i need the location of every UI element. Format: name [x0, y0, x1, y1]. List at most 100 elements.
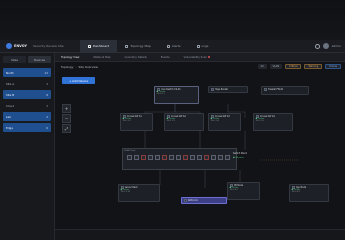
port-icon[interactable]: [197, 155, 202, 160]
sidebar-item[interactable]: Lab 2: [3, 112, 51, 121]
sidebar-item[interactable]: Site B 8: [3, 90, 51, 99]
filter-chip[interactable]: VLAN: [269, 64, 283, 69]
sidebar-item-label: Site A: [6, 81, 15, 86]
sidebar-item-count: 4: [46, 81, 48, 86]
port-icon[interactable]: [183, 155, 188, 160]
tab-vulnerability[interactable]: Vulnerability Scan: [183, 55, 210, 59]
alert-dot-icon: [207, 55, 210, 58]
node-address: 10.0.4.2: [229, 189, 238, 191]
devices-button[interactable]: Devices: [28, 56, 51, 63]
router-icon: [210, 87, 214, 91]
sidebar-item[interactable]: Site A 4: [3, 79, 51, 88]
port-icon[interactable]: [218, 155, 223, 160]
chevron-right-icon: ›: [75, 64, 77, 69]
device-node[interactable]: Firewall FW-01: [261, 86, 309, 95]
logs-icon: [196, 44, 200, 48]
sidebar-item-count: 6: [46, 125, 48, 130]
device-node[interactable]: DB Node ● Online 10.0.4.2: [227, 182, 260, 200]
fit-view-button[interactable]: ⤢: [62, 124, 71, 133]
breadcrumb-item[interactable]: Site Overview: [78, 65, 97, 69]
sidebar-item[interactable]: Cloud 3: [3, 101, 51, 110]
device-node[interactable]: WAN Link: [181, 197, 227, 204]
workspace-name: Security Review Site: [32, 44, 64, 48]
node-address: 10.0.4.3: [291, 191, 300, 193]
vlan-trunk-panel[interactable]: VLAN Trunk: [122, 148, 237, 170]
sidebar-header: Sites Devices: [0, 53, 54, 66]
help-icon[interactable]: [314, 43, 320, 49]
sidebar-item-label: North: [6, 70, 14, 75]
port-icon[interactable]: [148, 155, 153, 160]
sidebar-item-label: Lab: [6, 114, 12, 119]
node-title: Firewall FW-01: [267, 87, 284, 91]
zoom-out-button[interactable]: −: [62, 114, 71, 123]
nav-user-area: admin: [314, 43, 341, 49]
device-node[interactable]: Access SW A2 ● Online 10.0.1.3: [164, 113, 204, 131]
alerts-icon: [166, 44, 170, 48]
port-icon[interactable]: [155, 155, 160, 160]
port-icon[interactable]: [225, 155, 230, 160]
firewall-icon: [263, 87, 267, 91]
filter-chip[interactable]: Critical: [285, 64, 302, 69]
filter-chip[interactable]: Warning: [304, 64, 323, 69]
tab-topology-view[interactable]: Topology View: [61, 56, 79, 59]
view-tabs: Topology View Network Map Inventory Deta…: [55, 53, 345, 62]
zoom-in-button[interactable]: +: [62, 104, 71, 113]
nav-topology[interactable]: Topology Map: [117, 40, 159, 53]
sidebar: Sites Devices North 12 Site A 4 Site B 8 Cl…: [0, 53, 55, 240]
nav-alerts-label: Alerts: [171, 44, 181, 48]
device-node[interactable]: Access SW A4 ● Online 10.0.1.5: [253, 113, 293, 131]
sidebar-item-count: 2: [46, 114, 48, 119]
port-icon[interactable]: [190, 155, 195, 160]
user-name: admin: [331, 44, 341, 48]
port-icon[interactable]: [134, 155, 139, 160]
node-title: WAN Link: [187, 198, 198, 202]
node-address: 10.0.3.10: [120, 191, 131, 193]
node-address: 10.0.1.2: [122, 120, 131, 122]
sidebar-item[interactable]: Edge 6: [3, 123, 51, 132]
nav-logs[interactable]: Logs: [189, 40, 217, 53]
tab-vulnerability-label: Vulnerability Scan: [183, 55, 207, 59]
port-icon[interactable]: [176, 155, 181, 160]
sidebar-item-label: Cloud: [6, 103, 14, 108]
tab-events[interactable]: Events: [161, 56, 170, 59]
node-header: Firewall FW-01: [262, 87, 308, 91]
port-icon[interactable]: [211, 155, 216, 160]
sidebar-item[interactable]: North 12: [3, 68, 51, 77]
app-logo-icon: [6, 43, 12, 49]
zoom-controls: + − ⤢: [62, 104, 71, 133]
port-icon[interactable]: [127, 155, 132, 160]
switch-stack-title: Switch Stack: [233, 152, 247, 155]
sidebar-list: North 12 Site A 4 Site B 8 Cloud 3 Lab 2 Edge…: [0, 66, 54, 136]
node-address: 10.0.1.4: [210, 120, 219, 122]
device-node[interactable]: Access SW A3 ● Online 10.0.1.4: [208, 113, 241, 131]
tab-network-map[interactable]: Network Map: [93, 56, 110, 59]
sites-button-label: Sites: [11, 57, 18, 62]
topology-icon: [125, 44, 129, 48]
device-node[interactable]: Server Rack ● Online 10.0.3.10: [118, 184, 160, 202]
port-icon[interactable]: [162, 155, 167, 160]
port-icon[interactable]: [169, 155, 174, 160]
device-node[interactable]: Access SW A1 ● Online 10.0.1.2: [120, 113, 153, 131]
filter-chip[interactable]: Online: [325, 64, 341, 69]
filter-chip[interactable]: All: [257, 64, 267, 69]
nav-alerts[interactable]: Alerts: [159, 40, 189, 53]
device-node[interactable]: Edge Router: [208, 86, 248, 93]
node-header: Edge Router: [209, 87, 247, 91]
link-icon: [183, 198, 187, 202]
nav-topology-label: Topology Map: [130, 44, 151, 48]
device-node[interactable]: Core Switch CS-01 ● Online 10.0.0.1: [154, 86, 199, 104]
avatar[interactable]: [322, 43, 329, 49]
devices-button-label: Devices: [33, 57, 46, 62]
node-title: Edge Router: [214, 87, 228, 91]
sites-button[interactable]: Sites: [3, 56, 26, 63]
device-node[interactable]: App Node ● Online 10.0.4.3: [289, 184, 329, 202]
nav-dashboard[interactable]: Dashboard: [80, 39, 118, 53]
nav-logs-label: Logs: [201, 44, 209, 48]
port-icon[interactable]: [141, 155, 146, 160]
tab-inventory[interactable]: Inventory Details: [125, 56, 147, 59]
sidebar-item-count: 12: [44, 70, 48, 75]
port-icon[interactable]: [204, 155, 209, 160]
sidebar-item-count: 8: [46, 92, 48, 97]
node-address: 10.0.1.5: [255, 120, 264, 122]
breadcrumb-item[interactable]: Topology: [61, 65, 73, 69]
